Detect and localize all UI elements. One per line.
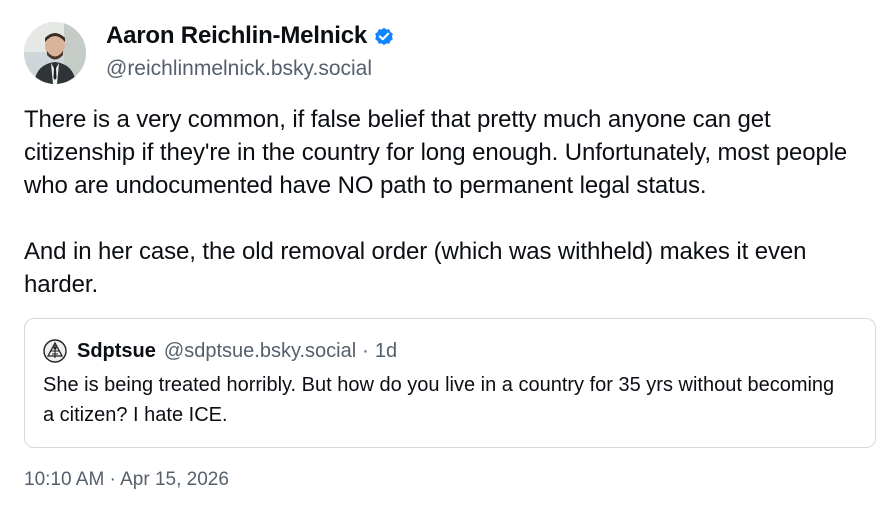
quoted-author-name[interactable]: Sdptsue — [77, 340, 156, 363]
separator-dot: · — [362, 339, 369, 362]
post-paragraph: And in her case, the old removal order (… — [24, 238, 807, 298]
quoted-author-avatar[interactable] — [43, 339, 67, 363]
quoted-post-header: Sdptsue @sdptsue.bsky.social · 1d — [43, 339, 397, 363]
author-avatar[interactable] — [24, 22, 86, 84]
quoted-post-time[interactable]: 1d — [375, 340, 397, 363]
author-avatar-image — [24, 22, 86, 84]
quoted-post-text: She is being treated horribly. But how d… — [43, 374, 835, 426]
author-handle[interactable]: @reichlinmelnick.bsky.social — [106, 57, 372, 81]
post-body: There is a very common, if false belief … — [24, 103, 884, 301]
post-timestamp[interactable]: 10:10 AM · Apr 15, 2026 — [24, 469, 229, 491]
verified-badge-icon — [375, 27, 393, 46]
author-name[interactable]: Aaron Reichlin-Melnick — [106, 22, 395, 50]
quoted-author-handle[interactable]: @sdptsue.bsky.social — [164, 340, 356, 363]
post-paragraph: There is a very common, if false belief … — [24, 106, 848, 199]
author-name-text[interactable]: Aaron Reichlin-Melnick — [106, 22, 367, 50]
quoted-post-card[interactable]: Sdptsue @sdptsue.bsky.social · 1d She is… — [24, 318, 876, 448]
quoted-author-avatar-image — [43, 339, 67, 363]
